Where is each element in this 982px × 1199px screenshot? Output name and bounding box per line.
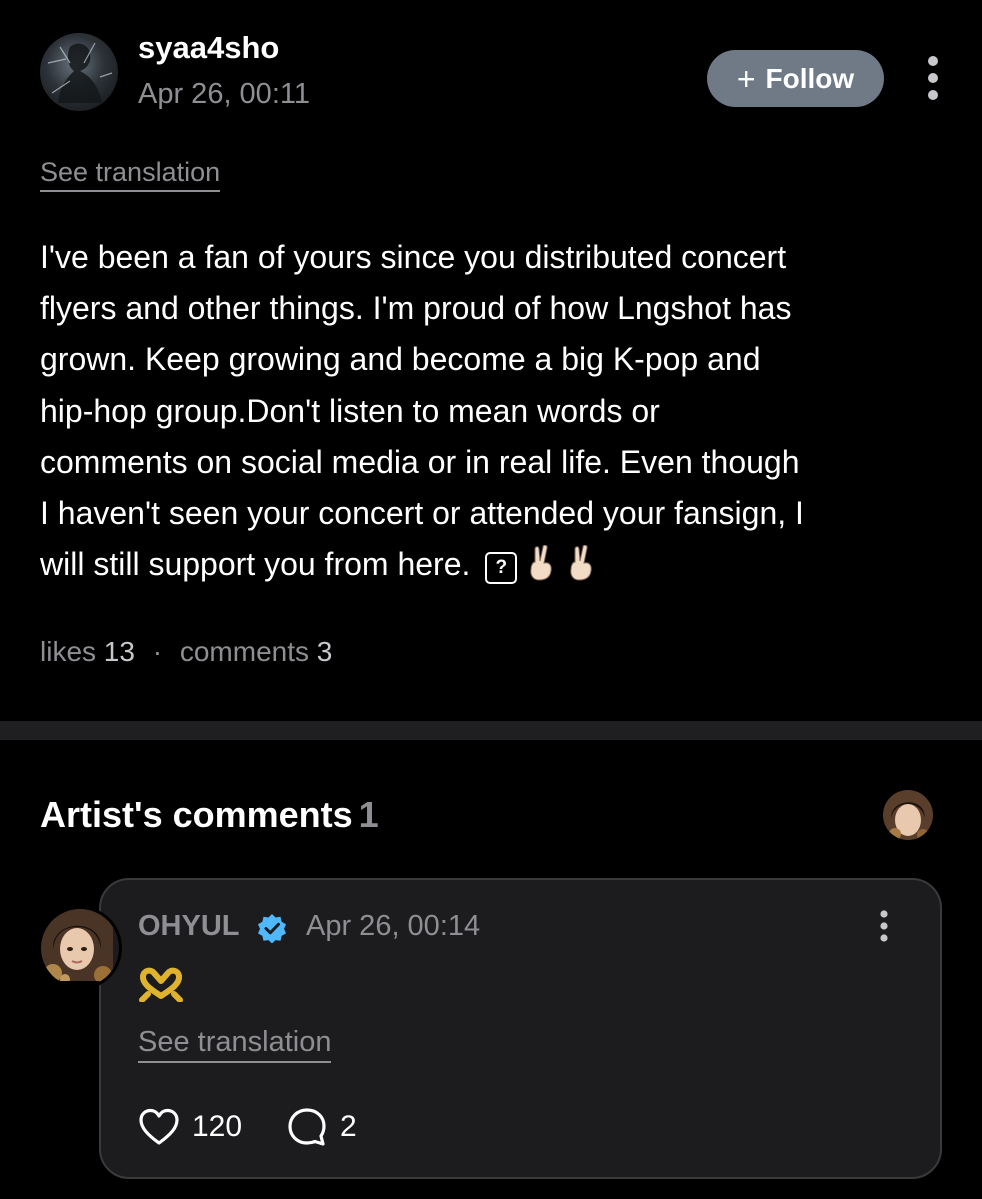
comment-author-name[interactable]: OHYUL bbox=[138, 910, 240, 943]
comment-more-options-button[interactable] bbox=[870, 908, 898, 948]
post-body-line: I haven't seen your concert or attended … bbox=[40, 495, 804, 532]
artist-avatar[interactable] bbox=[38, 906, 122, 990]
unsupported-emoji-icon: ? bbox=[485, 552, 518, 585]
post-timestamp: Apr 26, 00:11 bbox=[138, 78, 310, 110]
stats-separator: · bbox=[152, 636, 163, 667]
post-body-line: will still support you from here. bbox=[40, 546, 471, 583]
heart-hands-emoji-icon bbox=[139, 967, 183, 1002]
comment-reply-count: 2 bbox=[340, 1110, 357, 1143]
author-avatar[interactable] bbox=[40, 33, 118, 111]
post-body-line: hip-hop group.Don't listen to mean words… bbox=[40, 392, 660, 429]
comment-reply-button[interactable]: 2 bbox=[286, 1104, 357, 1150]
verified-badge-icon bbox=[258, 914, 286, 943]
speech-bubble-icon bbox=[288, 1108, 326, 1146]
see-translation-link[interactable]: See translation bbox=[40, 157, 221, 192]
post-body-last-line: will still support you from here. ? bbox=[40, 539, 950, 596]
comment-see-translation-link[interactable]: See translation bbox=[138, 1026, 332, 1063]
post-body-line: flyers and other things. I'm proud of ho… bbox=[40, 290, 792, 327]
artist-comments-heading: Artist's comments 1 bbox=[40, 794, 379, 836]
post-more-options-button[interactable] bbox=[916, 52, 950, 106]
post-stats: likes 13 · comments 3 bbox=[40, 636, 332, 668]
heart-outline-icon bbox=[139, 1108, 179, 1145]
victory-hand-emoji-icon bbox=[527, 544, 557, 596]
comments-label[interactable]: comments bbox=[180, 636, 309, 667]
post-body: I've been a fan of yours since you distr… bbox=[40, 232, 950, 596]
follow-button[interactable]: + Follow bbox=[707, 50, 884, 107]
comments-count[interactable]: 3 bbox=[317, 636, 333, 667]
plus-icon: + bbox=[736, 60, 756, 97]
author-username[interactable]: syaa4sho bbox=[138, 30, 279, 66]
comment-like-count: 120 bbox=[192, 1110, 243, 1143]
artist-comments-title: Artist's comments bbox=[40, 794, 353, 835]
artist-comments-count: 1 bbox=[358, 794, 379, 835]
post-body-line: grown. Keep growing and become a big K-p… bbox=[40, 341, 761, 378]
post-body-line: I've been a fan of yours since you distr… bbox=[40, 239, 787, 275]
vertical-ellipsis-icon bbox=[928, 56, 938, 100]
likes-label[interactable]: likes bbox=[40, 636, 96, 667]
likes-count[interactable]: 13 bbox=[104, 636, 135, 667]
vertical-ellipsis-icon bbox=[880, 910, 888, 942]
artist-mini-avatar[interactable] bbox=[883, 790, 933, 840]
follow-label: Follow bbox=[765, 62, 855, 94]
comment-timestamp: Apr 26, 00:14 bbox=[306, 910, 481, 942]
victory-hand-emoji-icon bbox=[567, 544, 597, 596]
section-divider bbox=[0, 721, 982, 740]
comment-like-button[interactable]: 120 bbox=[138, 1104, 242, 1150]
post-body-line: comments on social media or in real life… bbox=[40, 443, 800, 480]
